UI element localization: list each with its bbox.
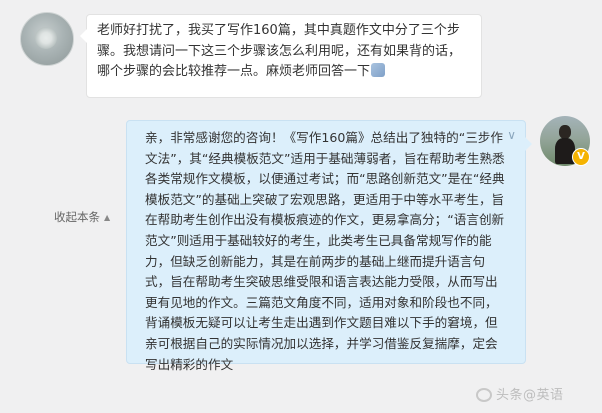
chevron-down-icon[interactable]: ∨ bbox=[507, 129, 516, 141]
watermark-text: 头条@英语 bbox=[496, 388, 564, 403]
question-text: 老师好打扰了，我买了写作160篇，其中真题作文中分了三个步骤。我想请问一下这三个… bbox=[97, 23, 462, 79]
caret-up-icon: ▲ bbox=[104, 213, 111, 222]
weibo-logo-icon bbox=[476, 388, 492, 402]
teacher-head-shape bbox=[559, 125, 571, 139]
collapse-label: 收起本条 bbox=[54, 210, 100, 224]
answer-message-bubble: 亲，非常感谢您的咨询！《写作160篇》总结出了独特的“三步作文法”，其“经典模板… bbox=[126, 120, 532, 372]
answer-text: 亲，非常感谢您的咨询！《写作160篇》总结出了独特的“三步作文法”，其“经典模板… bbox=[145, 130, 505, 372]
flower-image bbox=[35, 27, 57, 49]
collapse-button[interactable]: 收起本条 ▲ bbox=[54, 209, 110, 225]
watermark: 头条@英语 bbox=[476, 384, 564, 403]
praying-hands-icon bbox=[371, 63, 386, 77]
user-avatar[interactable] bbox=[20, 12, 74, 66]
question-message-bubble: 老师好打扰了，我买了写作160篇，其中真题作文中分了三个步骤。我想请问一下这三个… bbox=[80, 14, 482, 98]
verified-badge-icon: V bbox=[572, 148, 590, 166]
